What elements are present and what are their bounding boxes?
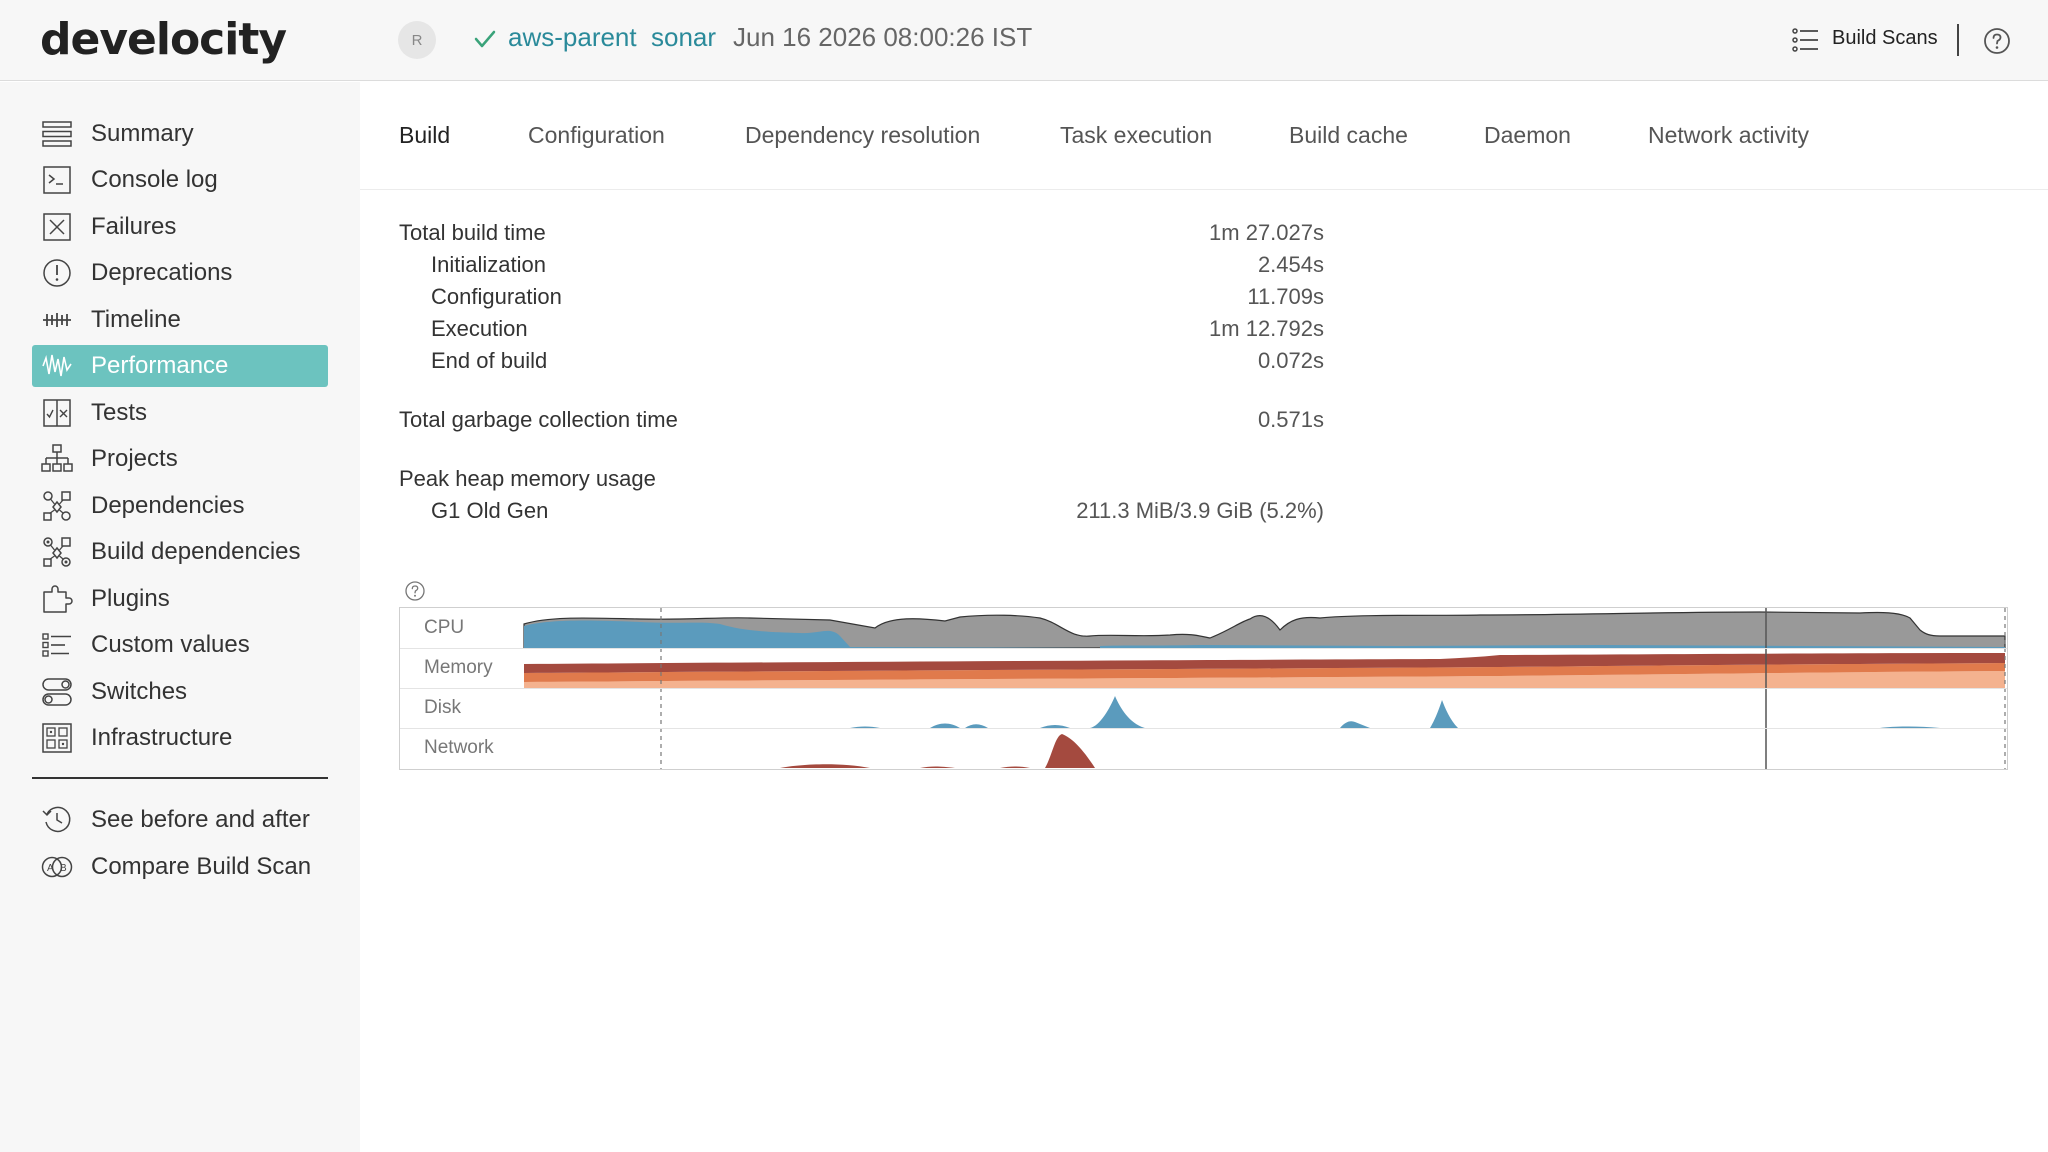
sidebar-item-plugins[interactable]: Plugins [32,578,328,620]
execution-value: 1m 12.792s [1209,316,1324,341]
build-dependencies-icon [43,537,71,567]
check-icon [474,30,496,48]
end-of-build-value: 0.072s [1257,348,1324,373]
build-scans-button[interactable]: Build Scans [1832,27,1938,50]
tab-network-activity[interactable]: Network activity [1648,122,1809,149]
sidebar-item-summary[interactable]: Summary [32,113,328,155]
sidebar-item-label: Performance [91,352,229,379]
avatar[interactable]: R [398,21,436,59]
task-link[interactable]: sonar [651,22,716,53]
execution-label: Execution [431,316,528,341]
history-icon [42,806,71,833]
infrastructure-icon [42,723,72,753]
sidebar-item-build-dependencies[interactable]: Build dependencies [32,531,328,573]
sidebar: Summary Console log Failures Deprecation… [0,82,360,1152]
project-link[interactable]: aws-parent [508,22,637,53]
cpu-row-label: CPU [424,617,465,638]
top-header: develocity R aws-parent sonar Jun 16 202… [0,0,2048,81]
initialization-label: Initialization [431,252,546,277]
help-icon[interactable] [404,580,426,602]
tab-build-cache[interactable]: Build cache [1289,122,1408,149]
tab-build[interactable]: Build [399,122,450,149]
gc-time-label: Total garbage collection time [399,407,678,432]
console-icon [43,166,71,194]
compare-icon: A B [41,856,73,878]
network-area [780,734,1095,768]
row-separator [400,688,2007,689]
disk-area [850,696,1940,728]
sidebar-item-label: Switches [91,678,188,705]
network-row-label: Network [424,737,494,758]
sidebar-item-label: Compare Build Scan [91,853,312,880]
tab-configuration[interactable]: Configuration [528,122,665,149]
svg-text:B: B [60,863,67,874]
initialization-value: 2.454s [1257,252,1324,277]
hierarchy-icon [41,444,73,472]
tab-task-execution[interactable]: Task execution [1060,122,1212,149]
alert-circle-icon [43,259,71,287]
sidebar-item-label: Projects [91,445,178,472]
sidebar-item-label: Dependencies [91,492,245,519]
configuration-label: Configuration [431,284,562,309]
sidebar-item-label: Plugins [91,585,170,612]
g1-old-gen-label: G1 Old Gen [431,498,549,523]
build-date: Jun 16 2026 08:00:26 IST [733,22,1033,52]
sidebar-item-label: Summary [91,120,194,147]
sidebar-item-projects[interactable]: Projects [32,438,328,480]
sidebar-item-label: Timeline [91,306,181,333]
end-of-build-label: End of build [431,348,548,373]
x-box-icon [43,213,71,241]
sidebar-item-see-before-and-after[interactable]: See before and after [32,799,328,841]
header-divider [1957,24,1959,56]
sidebar-divider [32,777,328,779]
sidebar-item-switches[interactable]: Switches [32,671,328,713]
sidebar-item-console-log[interactable]: Console log [32,159,328,201]
memory-row-label: Memory [424,657,493,678]
sidebar-item-label: See before and after [91,806,310,833]
sidebar-item-label: Deprecations [91,259,233,286]
sidebar-item-infrastructure[interactable]: Infrastructure [32,717,328,759]
list-icon [1792,28,1818,52]
timeline-icon [43,313,71,327]
dependencies-icon [43,491,71,521]
row-separator [400,648,2007,649]
develocity-logo[interactable]: develocity [40,14,287,65]
sidebar-item-label: Console log [91,166,218,193]
custom-values-icon [42,633,71,657]
tests-icon [43,399,71,427]
resource-usage-graph[interactable]: CPU Memory Disk Network [399,607,2008,770]
sidebar-item-failures[interactable]: Failures [32,206,328,248]
sidebar-item-label: Tests [91,399,148,426]
sidebar-item-label: Build dependencies [91,538,301,565]
switches-icon [42,678,72,706]
disk-row-label: Disk [424,697,461,718]
sidebar-item-timeline[interactable]: Timeline [32,299,328,341]
total-build-time-label: Total build time [399,220,546,245]
tab-daemon[interactable]: Daemon [1484,122,1571,149]
sidebar-item-tests[interactable]: Tests [32,392,328,434]
sidebar-item-label: Failures [91,213,177,240]
tab-dependency-resolution[interactable]: Dependency resolution [745,122,980,149]
svg-text:A: A [47,863,54,874]
waveform-icon [42,354,72,377]
configuration-value: 11.709s [1247,284,1324,309]
list-icon [42,121,72,147]
sidebar-item-custom-values[interactable]: Custom values [32,624,328,666]
peak-heap-label: Peak heap memory usage [399,466,656,491]
performance-tabs: Build Configuration Dependency resolutio… [360,82,2048,190]
total-build-time-value: 1m 27.027s [1209,220,1324,245]
sidebar-item-label: Infrastructure [91,724,233,751]
row-separator [400,728,2007,729]
plugin-icon [43,585,73,613]
sidebar-item-performance[interactable]: Performance [32,345,328,387]
sidebar-item-label: Custom values [91,631,250,658]
help-icon[interactable] [1983,27,2011,55]
g1-old-gen-value: 211.3 MiB/3.9 GiB (5.2%) [1076,498,1324,523]
sidebar-item-dependencies[interactable]: Dependencies [32,485,328,527]
sidebar-item-deprecations[interactable]: Deprecations [32,252,328,294]
gc-time-value: 0.571s [1257,407,1324,432]
sidebar-item-compare-build-scan[interactable]: A B Compare Build Scan [32,846,328,888]
